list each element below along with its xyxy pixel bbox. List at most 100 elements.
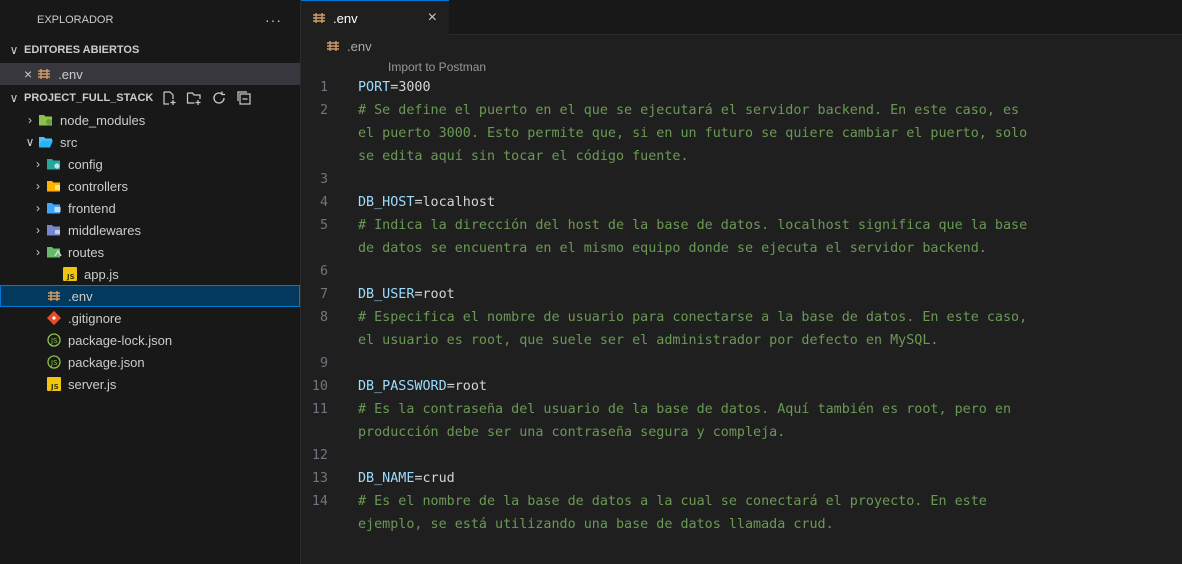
line-number: 9 bbox=[319, 356, 328, 371]
tree-item-package-json[interactable]: JS package.json bbox=[0, 351, 300, 373]
tree-label: node_modules bbox=[60, 112, 146, 128]
line-text: # Es la contraseña del usuario de la bas… bbox=[358, 398, 1011, 421]
code-editor[interactable]: 1 PORT=3000 2 # Se define el puerto en el q… bbox=[301, 76, 1182, 536]
env-value: crud bbox=[422, 471, 455, 486]
code-line[interactable]: 8 # Especifica el nombre de usuario para … bbox=[301, 306, 1182, 329]
code-line[interactable]: 14 # Es el nombre de la base de datos a l… bbox=[301, 490, 1182, 513]
line-text: # Especifica el nombre de usuario para c… bbox=[358, 306, 1027, 329]
new-file-icon[interactable] bbox=[161, 90, 177, 106]
line-text: # Es el nombre de la base de datos a la … bbox=[358, 490, 987, 513]
code-line[interactable]: 9 bbox=[301, 352, 1182, 375]
project-section[interactable]: ∨ PROJECT_FULL_STACK bbox=[0, 87, 300, 109]
tree-item-package-lock-json[interactable]: JS package-lock.json bbox=[0, 329, 300, 351]
breadcrumb[interactable]: .env bbox=[301, 35, 1182, 57]
new-folder-icon[interactable] bbox=[186, 90, 202, 106]
chevron-right-icon: › bbox=[28, 113, 32, 127]
vscode-window: EXPLORADOR ··· ∨ EDITORES ABIERTOS × .en… bbox=[0, 0, 1182, 564]
codelens-import-postman[interactable]: Import to Postman bbox=[301, 60, 1182, 76]
folder-routes-icon bbox=[46, 244, 62, 260]
env-value: root bbox=[422, 287, 455, 302]
line-number: 6 bbox=[319, 264, 328, 279]
line-number: 14 bbox=[311, 494, 328, 509]
tree-item-config[interactable]: › config bbox=[0, 153, 300, 175]
tab-label: .env bbox=[333, 10, 358, 26]
env-value: root bbox=[454, 379, 487, 394]
close-icon[interactable]: × bbox=[428, 9, 437, 27]
more-actions-icon[interactable]: ··· bbox=[265, 12, 282, 28]
folder-middlewares-icon bbox=[46, 222, 62, 238]
line-number: 7 bbox=[319, 287, 328, 302]
code-line[interactable]: ejemplo, se está utilizando una base de … bbox=[301, 513, 1182, 536]
tree-item-node-modules[interactable]: › node_modules bbox=[0, 109, 300, 131]
line-text: se edita aquí sin tocar el código fuente… bbox=[358, 145, 689, 168]
code-line[interactable]: 4 DB_HOST=localhost bbox=[301, 191, 1182, 214]
svg-text:JS: JS bbox=[50, 359, 58, 367]
code-line[interactable]: el puerto 3000. Esto permite que, si en … bbox=[301, 122, 1182, 145]
env-key: DB_PASSWORD bbox=[358, 379, 447, 394]
tree-item-middlewares[interactable]: › middlewares bbox=[0, 219, 300, 241]
line-number: 8 bbox=[319, 310, 328, 325]
folder-controllers-icon bbox=[46, 178, 62, 194]
refresh-icon[interactable] bbox=[211, 90, 227, 106]
folder-node-icon bbox=[38, 112, 54, 128]
line-text: DB_USER=root bbox=[358, 283, 455, 306]
code-line[interactable]: 5 # Indica la dirección del host de la ba… bbox=[301, 214, 1182, 237]
code-line[interactable]: el usuario es root, que suele ser el adm… bbox=[301, 329, 1182, 352]
tree-label: config bbox=[68, 156, 103, 172]
open-editors-section[interactable]: ∨ EDITORES ABIERTOS bbox=[0, 39, 300, 61]
code-line[interactable]: 1 PORT=3000 bbox=[301, 76, 1182, 99]
folder-src-open-icon bbox=[38, 134, 54, 150]
code-line[interactable]: 11 # Es la contraseña del usuario de la b… bbox=[301, 398, 1182, 421]
close-icon[interactable]: × bbox=[24, 66, 32, 82]
tree-label: package.json bbox=[68, 354, 145, 370]
env-key: DB_NAME bbox=[358, 471, 415, 486]
tree-item-server-js[interactable]: JS server.js bbox=[0, 373, 300, 395]
js-file-icon: JS bbox=[46, 376, 62, 392]
tree-item-src[interactable]: ∨ src bbox=[0, 131, 300, 153]
code-line[interactable]: 2 # Se define el puerto en el que se ejec… bbox=[301, 99, 1182, 122]
open-editor-item-env[interactable]: × .env bbox=[0, 63, 300, 85]
tree-label: .gitignore bbox=[68, 310, 122, 326]
tree-item-frontend[interactable]: › frontend bbox=[0, 197, 300, 219]
tree-item-gitignore[interactable]: .gitignore bbox=[0, 307, 300, 329]
editor-area: .env × .env Import to Postman 1 PORT=3000… bbox=[301, 0, 1182, 564]
tree-item-controllers[interactable]: › controllers bbox=[0, 175, 300, 197]
tree-label: routes bbox=[68, 244, 105, 260]
chevron-down-icon: ∨ bbox=[9, 43, 19, 57]
tree-item-env[interactable]: .env bbox=[0, 285, 300, 307]
code-line[interactable]: 3 bbox=[301, 168, 1182, 191]
folder-frontend-icon bbox=[46, 200, 62, 216]
code-line[interactable]: 12 bbox=[301, 444, 1182, 467]
code-line[interactable]: se edita aquí sin tocar el código fuente… bbox=[301, 145, 1182, 168]
env-equals: = bbox=[414, 287, 423, 302]
line-number: 12 bbox=[311, 448, 328, 463]
chevron-down-icon: ∨ bbox=[9, 91, 19, 105]
tree-item-app-js[interactable]: JS app.js bbox=[0, 263, 300, 285]
line-number: 2 bbox=[319, 103, 328, 118]
line-text: de datos se encuentra en el mismo equipo… bbox=[358, 237, 987, 260]
code-line[interactable]: producción debe ser una contraseña segur… bbox=[301, 421, 1182, 444]
explorer-title: EXPLORADOR bbox=[37, 13, 114, 26]
tree-label: src bbox=[60, 134, 78, 150]
env-value: localhost bbox=[422, 195, 496, 210]
line-number bbox=[301, 329, 358, 352]
chevron-right-icon: › bbox=[36, 245, 40, 259]
tree-item-routes[interactable]: › routes bbox=[0, 241, 300, 263]
line-text: # Indica la dirección del host de la bas… bbox=[358, 214, 1027, 237]
collapse-all-icon[interactable] bbox=[236, 90, 252, 106]
code-line[interactable]: 6 bbox=[301, 260, 1182, 283]
tab-env[interactable]: .env × bbox=[301, 0, 449, 35]
chevron-right-icon: › bbox=[36, 223, 40, 237]
code-line[interactable]: de datos se encuentra en el mismo equipo… bbox=[301, 237, 1182, 260]
env-equals: = bbox=[446, 379, 455, 394]
tree-label: server.js bbox=[68, 376, 117, 392]
env-comment: # Es la contraseña del usuario de la bas… bbox=[358, 402, 1012, 417]
code-line[interactable]: 13 DB_NAME=crud bbox=[301, 467, 1182, 490]
code-line[interactable]: 7 DB_USER=root bbox=[301, 283, 1182, 306]
env-comment: # Se define el puerto en el que se ejecu… bbox=[358, 103, 1020, 118]
code-line[interactable]: 10 DB_PASSWORD=root bbox=[301, 375, 1182, 398]
folder-config-icon bbox=[46, 156, 62, 172]
explorer-sidebar: EXPLORADOR ··· ∨ EDITORES ABIERTOS × .en… bbox=[0, 0, 301, 564]
line-text: DB_PASSWORD=root bbox=[358, 375, 487, 398]
svg-text:JS: JS bbox=[50, 383, 59, 391]
